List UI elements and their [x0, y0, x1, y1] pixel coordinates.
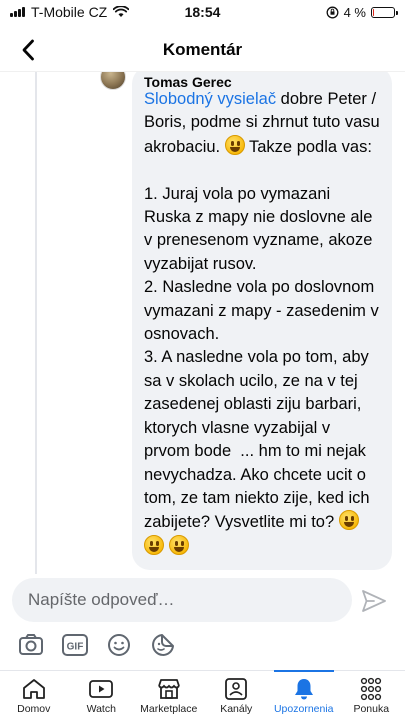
reply-toolbar: GIF — [16, 630, 178, 660]
grinning-emoji-icon — [144, 534, 164, 555]
smiley-icon — [108, 634, 130, 656]
reply-input[interactable] — [28, 590, 352, 610]
comment-text: Slobodný vysielač dobre Peter / Boris, p… — [144, 88, 380, 559]
reply-field[interactable] — [12, 578, 352, 622]
feeds-icon — [225, 678, 248, 700]
tab-label: Kanály — [220, 703, 253, 715]
tab-watch[interactable]: Watch — [68, 671, 136, 720]
bell-icon — [294, 679, 313, 700]
comment-area[interactable]: Tomas Gerec Slobodný vysielač dobre Pete… — [0, 72, 405, 574]
battery-percent: 4 % — [343, 4, 366, 20]
tab-menu[interactable]: Ponuka — [338, 671, 405, 720]
chevron-left-icon — [22, 39, 34, 61]
back-button[interactable] — [14, 36, 42, 64]
gif-icon: GIF — [62, 634, 88, 656]
tab-bar: Domov Watch Marketplace Kanály Upozornen… — [0, 670, 405, 720]
battery-fill — [373, 8, 374, 16]
status-right: 4 % — [326, 4, 398, 20]
gif-button[interactable]: GIF — [60, 630, 90, 660]
grinning-emoji-icon — [168, 534, 189, 555]
camera-icon — [19, 634, 43, 655]
thread-line — [35, 72, 37, 574]
tab-label: Ponuka — [353, 703, 390, 715]
camera-button[interactable] — [16, 630, 46, 660]
menu-grid-icon — [361, 677, 382, 701]
battery-icon — [371, 6, 398, 18]
home-icon — [22, 679, 45, 699]
status-left: T-Mobile CZ — [10, 4, 130, 20]
tab-marketplace[interactable]: Marketplace — [135, 671, 203, 720]
emoji-button[interactable] — [104, 630, 134, 660]
gif-label: GIF — [67, 642, 84, 653]
grinning-emoji-icon — [338, 510, 359, 531]
comment-author[interactable]: Tomas Gerec — [144, 74, 380, 88]
send-icon[interactable] — [360, 588, 388, 614]
tab-notifications[interactable]: Upozornenia — [270, 670, 338, 720]
mention-link[interactable]: Slobodný vysielač — [144, 90, 276, 108]
wifi-icon — [113, 6, 130, 17]
tab-label: Marketplace — [140, 703, 198, 715]
marketplace-icon — [157, 679, 180, 699]
signal-icon — [10, 7, 25, 17]
status-bar: T-Mobile CZ 18:54 4 % — [0, 0, 405, 24]
sticker-icon — [152, 634, 174, 656]
page-title: Komentár — [162, 39, 243, 59]
orientation-lock-icon — [326, 6, 339, 18]
tab-label: Domov — [17, 703, 51, 715]
tab-label: Watch — [86, 703, 116, 715]
comment-text-part-2: Takze podla vas: 1. Juraj vola po vymaza… — [144, 137, 379, 532]
avatar[interactable] — [100, 72, 126, 90]
sticker-button[interactable] — [148, 630, 178, 660]
watch-icon — [89, 680, 114, 698]
comment-bubble[interactable]: Tomas Gerec Slobodný vysielač dobre Pete… — [132, 72, 392, 570]
tab-feeds[interactable]: Kanály — [203, 671, 271, 720]
tab-label: Upozornenia — [273, 703, 334, 715]
carrier-name: T-Mobile CZ — [31, 4, 108, 20]
header: Komentár — [0, 28, 405, 72]
grinning-emoji-icon — [224, 134, 245, 155]
tab-home[interactable]: Domov — [0, 671, 68, 720]
